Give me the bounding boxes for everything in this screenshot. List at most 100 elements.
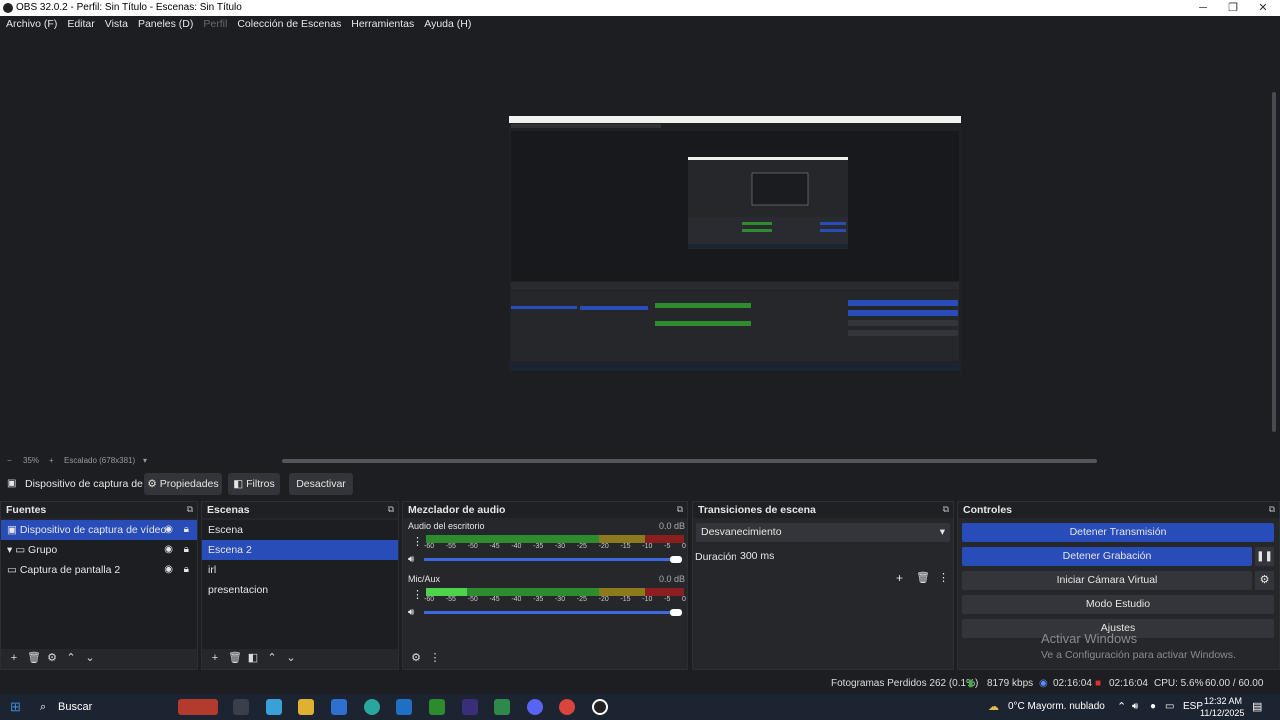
- taskbar-search[interactable]: Buscar: [58, 694, 92, 720]
- source-item-group[interactable]: ▾ ▭ Grupo ◉ 🔒︎: [1, 540, 197, 560]
- menu-coleccion-escenas[interactable]: Colección de Escenas: [237, 16, 341, 32]
- undock-icon[interactable]: ⧉: [677, 504, 683, 515]
- preview-vertical-scrollbar[interactable]: [1268, 32, 1280, 455]
- nvidia-icon[interactable]: [429, 699, 445, 715]
- meter-segment: [645, 535, 684, 543]
- pause-icon[interactable]: ❚❚: [1255, 547, 1274, 566]
- add-icon[interactable]: +: [209, 652, 221, 664]
- source-item-screen-capture[interactable]: ▭ Captura de pantalla 2 ◉ 🔒︎: [1, 560, 197, 580]
- volume-knob[interactable]: [670, 609, 682, 616]
- edge-icon[interactable]: [364, 699, 380, 715]
- notification-icon[interactable]: ▤: [1252, 694, 1262, 720]
- search-icon[interactable]: ⌕: [40, 694, 46, 720]
- minimize-button[interactable]: ─: [1188, 0, 1218, 16]
- xbox-icon[interactable]: [494, 699, 510, 715]
- sources-list: ▣ Dispositivo de captura de vídeo ◉ 🔒︎ ▾…: [1, 520, 197, 649]
- menu-dots-icon[interactable]: ⋮: [429, 651, 441, 664]
- volume-slider[interactable]: [424, 611, 680, 614]
- store-icon[interactable]: [331, 699, 347, 715]
- maximize-button[interactable]: ❐: [1218, 0, 1248, 16]
- obs-icon[interactable]: [592, 699, 608, 715]
- trash-icon[interactable]: 🗑︎: [27, 651, 41, 664]
- title-bar: OBS 32.0.2 - Perfil: Sin Título - Escena…: [0, 0, 1280, 16]
- menu-archivo[interactable]: Archivo (F): [6, 16, 57, 32]
- undock-icon[interactable]: ⧉: [187, 504, 193, 515]
- chevron-down-icon[interactable]: ▾: [7, 544, 12, 556]
- trash-icon[interactable]: 🗑︎: [228, 651, 242, 664]
- network-icon[interactable]: ▭: [1165, 694, 1174, 720]
- clock[interactable]: 12:32 AM 11/12/2025: [1200, 694, 1244, 719]
- scene-item[interactable]: irl: [202, 560, 398, 580]
- app-icon[interactable]: [462, 699, 478, 715]
- menu-herramientas[interactable]: Herramientas: [351, 16, 414, 32]
- file-explorer-icon[interactable]: [298, 699, 314, 715]
- gear-icon[interactable]: ⚙: [46, 651, 58, 664]
- meter-tick-label: 0: [682, 596, 686, 603]
- transition-select[interactable]: Desvanecimiento ▾: [696, 523, 950, 542]
- microphone-icon[interactable]: ●: [1150, 694, 1156, 720]
- lock-icon[interactable]: 🔒︎: [184, 540, 189, 560]
- arrow-down-icon[interactable]: ⌄: [84, 651, 96, 664]
- menu-vista[interactable]: Vista: [105, 16, 128, 32]
- filters-button[interactable]: ◧ Filtros: [228, 473, 280, 495]
- filter-icon[interactable]: ◧: [247, 651, 259, 664]
- outlook-icon[interactable]: [396, 699, 412, 715]
- chevron-up-icon[interactable]: ⌃: [1117, 694, 1126, 720]
- meter-tick-label: -60: [424, 596, 435, 603]
- duration-input[interactable]: 300 ms: [736, 547, 950, 566]
- tray-icons[interactable]: 🔊︎: [1132, 694, 1138, 720]
- menu-dots-icon[interactable]: ⋮: [938, 571, 949, 584]
- task-view-icon[interactable]: [233, 699, 249, 715]
- add-icon[interactable]: +: [896, 571, 903, 585]
- eye-icon[interactable]: ◉: [164, 520, 173, 540]
- volume-slider[interactable]: [424, 558, 680, 561]
- arrow-up-icon[interactable]: ⌃: [266, 651, 278, 664]
- zoom-out-button[interactable]: −: [7, 455, 12, 467]
- undock-icon[interactable]: ⧉: [388, 504, 394, 515]
- arrow-down-icon[interactable]: ⌄: [285, 651, 297, 664]
- properties-button[interactable]: ⚙ Propiedades: [144, 473, 222, 495]
- add-icon[interactable]: +: [8, 652, 20, 664]
- source-item-video-capture[interactable]: ▣ Dispositivo de captura de vídeo ◉ 🔒︎: [1, 520, 197, 540]
- zoom-in-button[interactable]: +: [49, 455, 54, 467]
- search-highlight-icon[interactable]: [178, 699, 218, 715]
- deactivate-button[interactable]: Desactivar: [289, 473, 353, 495]
- advanced-audio-icon[interactable]: ⚙: [410, 651, 422, 664]
- menu-ayuda[interactable]: Ayuda (H): [424, 16, 471, 32]
- arrow-up-icon[interactable]: ⌃: [65, 651, 77, 664]
- lock-icon[interactable]: 🔒︎: [184, 520, 189, 540]
- zoom-level: 35%: [23, 456, 40, 465]
- eye-icon[interactable]: ◉: [164, 560, 173, 580]
- speaker-icon[interactable]: 🔊︎: [408, 607, 414, 618]
- start-virtual-camera-button[interactable]: Iniciar Cámara Virtual: [962, 571, 1252, 590]
- gear-icon[interactable]: ⚙: [1255, 571, 1274, 590]
- undock-icon[interactable]: ⧉: [943, 504, 949, 515]
- scene-item[interactable]: Escena 2: [202, 540, 398, 560]
- weather-text[interactable]: 0°C Mayorm. nublado: [1008, 694, 1105, 720]
- menu-dots-icon[interactable]: ⋮: [412, 535, 423, 548]
- stop-streaming-button[interactable]: Detener Transmisión: [962, 523, 1274, 542]
- windows-start-icon[interactable]: ⊞: [10, 694, 21, 720]
- lock-icon[interactable]: 🔒︎: [184, 560, 189, 580]
- eye-icon[interactable]: ◉: [164, 540, 173, 560]
- volume-knob[interactable]: [670, 556, 682, 563]
- copilot-icon[interactable]: [266, 699, 282, 715]
- discord-icon[interactable]: [527, 699, 543, 715]
- menu-editar[interactable]: Editar: [67, 16, 94, 32]
- trash-icon[interactable]: 🗑︎: [916, 571, 930, 584]
- speaker-icon[interactable]: 🔊︎: [408, 554, 414, 565]
- menu-dots-icon[interactable]: ⋮: [412, 588, 423, 601]
- preview-horizontal-scrollbar[interactable]: [282, 459, 1097, 463]
- close-button[interactable]: ✕: [1248, 0, 1278, 16]
- stop-recording-button[interactable]: Detener Grabación: [962, 547, 1252, 566]
- scene-item[interactable]: Escena: [202, 520, 398, 540]
- chevron-down-icon[interactable]: ▾: [143, 455, 147, 467]
- studio-mode-button[interactable]: Modo Estudio: [962, 595, 1274, 614]
- chrome-icon[interactable]: [559, 699, 575, 715]
- scene-item[interactable]: presentacion: [202, 580, 398, 600]
- menu-paneles[interactable]: Paneles (D): [138, 16, 193, 32]
- undock-icon[interactable]: ⧉: [1269, 504, 1275, 515]
- preview-area[interactable]: [0, 32, 1268, 455]
- meter-tick-label: -30: [554, 543, 566, 550]
- channel-db: 0.0 dB: [659, 521, 686, 531]
